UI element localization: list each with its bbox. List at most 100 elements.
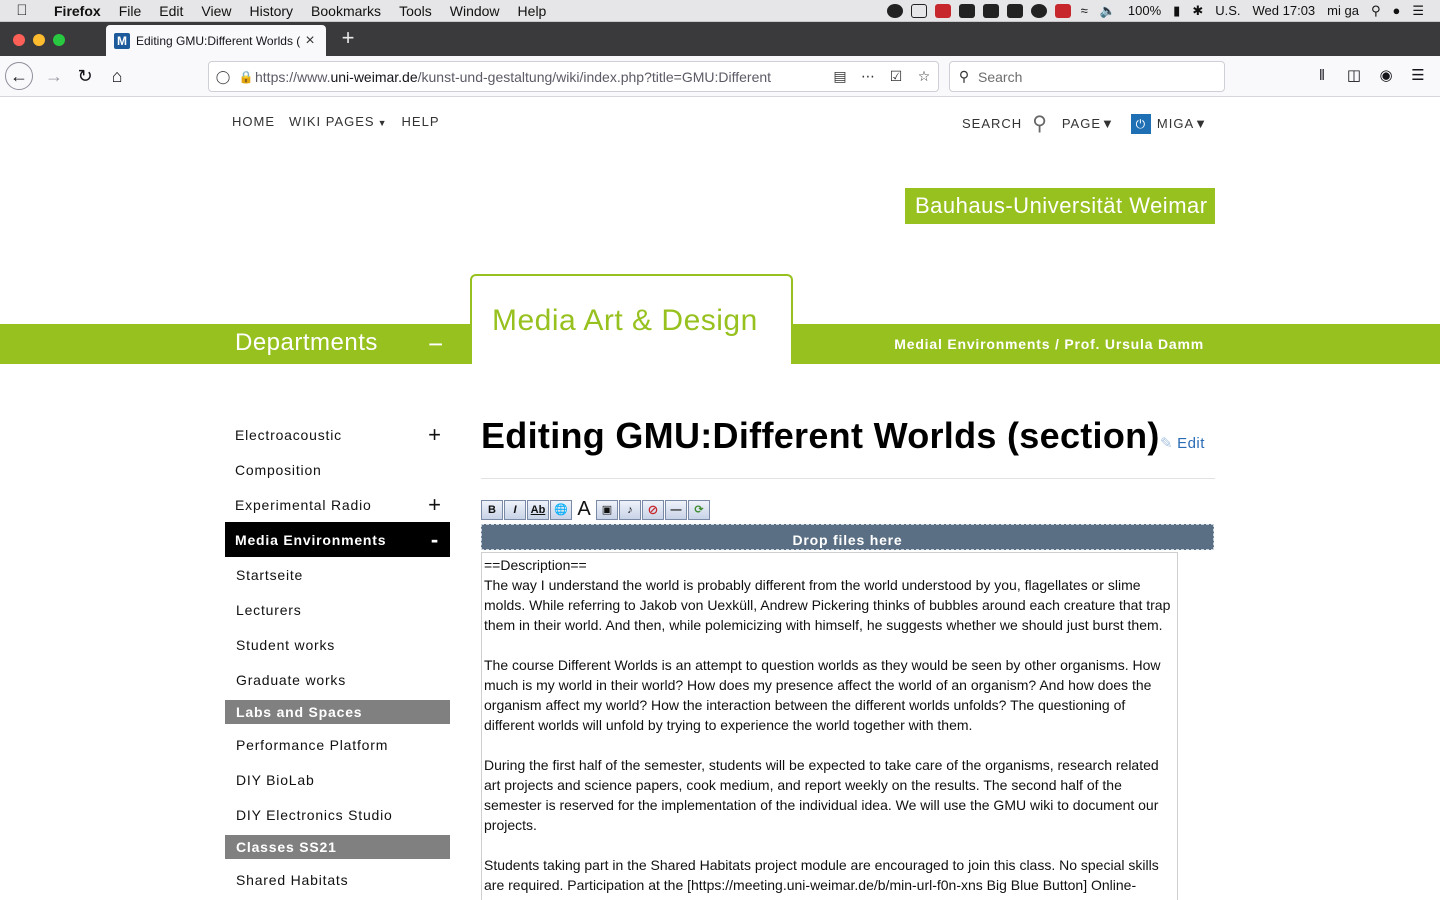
sidebar-item-media-environments[interactable]: Media Environments - xyxy=(225,522,450,557)
reload-button[interactable]: ↻ xyxy=(71,62,99,90)
search-bar[interactable]: ⚲ Search xyxy=(949,61,1225,92)
menu-window[interactable]: Window xyxy=(441,0,509,22)
new-tab-button[interactable]: + xyxy=(338,27,358,49)
bluetooth-icon[interactable]: ✱ xyxy=(1186,0,1209,22)
italic-icon[interactable]: I xyxy=(504,500,526,520)
faculty-tab[interactable]: Media Art & Design xyxy=(470,274,793,364)
divider xyxy=(481,478,1215,479)
magnifier-icon[interactable]: ⚲ xyxy=(1032,111,1048,136)
search-input[interactable]: Search xyxy=(978,69,1022,85)
menu-view[interactable]: View xyxy=(192,0,240,22)
sidebar-item-electroacoustic[interactable]: Electroacoustic + xyxy=(225,417,450,452)
departments-label[interactable]: Departments xyxy=(235,329,378,357)
media-icon[interactable]: ♪ xyxy=(619,500,641,520)
menu-tools[interactable]: Tools xyxy=(390,0,441,22)
bold-icon[interactable]: B xyxy=(481,500,503,520)
apple-menu-icon[interactable]:  xyxy=(0,2,44,19)
back-button[interactable]: ← xyxy=(5,62,33,90)
sidebar-item-composition[interactable]: Composition xyxy=(225,452,450,487)
spotlight-icon[interactable]: ⚲ xyxy=(1365,0,1387,22)
tray-drive-icon[interactable] xyxy=(982,4,999,18)
window-zoom-button[interactable] xyxy=(53,34,65,46)
tab-close-icon[interactable]: × xyxy=(302,32,318,50)
wikitext-editor[interactable]: ==Description== The way I understand the… xyxy=(481,552,1178,900)
web-page: HOME WIKI PAGES ▼ HELP SEARCH ⚲ PAGE▼ ⏻ M… xyxy=(0,97,1440,900)
input-source[interactable]: U.S. xyxy=(1209,0,1246,22)
nav-page[interactable]: PAGE▼ xyxy=(1062,116,1115,131)
signature-icon[interactable]: ⟳ xyxy=(688,500,710,520)
sidebar-item-lecturers[interactable]: Lecturers xyxy=(225,592,450,627)
tracking-shield-icon[interactable]: ◯ xyxy=(209,69,237,85)
headline-icon[interactable]: A xyxy=(573,499,595,520)
tray-alert-icon[interactable] xyxy=(1054,4,1071,18)
sidebar-item-graduate-works[interactable]: Graduate works xyxy=(225,662,450,697)
menu-bookmarks[interactable]: Bookmarks xyxy=(302,0,390,22)
window-minimize-button[interactable] xyxy=(33,34,45,46)
lock-icon[interactable]: 🔒 xyxy=(237,70,255,84)
sidebar-icon[interactable]: ◫ xyxy=(1340,62,1368,90)
siri-icon[interactable]: ● xyxy=(1386,0,1406,22)
sidebar-item-diy-biolab[interactable]: DIY BioLab xyxy=(225,762,450,797)
expand-icon[interactable]: + xyxy=(426,422,444,448)
menu-edit[interactable]: Edit xyxy=(150,0,192,22)
nowiki-icon[interactable]: ⊘ xyxy=(642,500,664,520)
notification-center-icon[interactable]: ☰ xyxy=(1406,0,1430,22)
tray-dropbox-icon[interactable] xyxy=(934,4,951,18)
external-link-icon[interactable]: 🌐 xyxy=(550,500,572,520)
account-icon[interactable]: ◉ xyxy=(1372,62,1400,90)
menu-history[interactable]: History xyxy=(240,0,302,22)
sidebar-item-experimental-radio[interactable]: Experimental Radio + xyxy=(225,487,450,522)
tray-cloud-icon[interactable] xyxy=(1030,4,1047,18)
sidebar-item-performance-platform[interactable]: Performance Platform xyxy=(225,727,450,762)
nav-user[interactable]: MIGA▼ xyxy=(1157,116,1208,131)
page-actions-icon[interactable]: ⋯ xyxy=(854,68,882,85)
sidebar-item-diy-electronics-studio[interactable]: DIY Electronics Studio xyxy=(225,797,450,832)
pencil-icon: ✎ xyxy=(1160,435,1174,452)
departments-collapse-button[interactable]: − xyxy=(428,329,443,360)
clock[interactable]: Wed 17:03 xyxy=(1247,0,1322,22)
file-dropzone[interactable]: Drop files here xyxy=(481,524,1214,550)
collapse-icon[interactable]: - xyxy=(426,527,444,553)
nav-home[interactable]: HOME xyxy=(232,114,275,129)
page-title: Editing GMU:Different Worlds (section) xyxy=(481,415,1160,456)
expand-icon[interactable]: + xyxy=(426,492,444,518)
tray-cursor-icon[interactable] xyxy=(910,4,927,18)
chair-link[interactable]: Medial Environments / Prof. Ursula Damm xyxy=(894,336,1204,352)
horizontal-rule-icon[interactable]: — xyxy=(665,500,687,520)
tab-strip: M Editing GMU:Different Worlds ( × + xyxy=(0,22,1440,56)
menu-file[interactable]: File xyxy=(110,0,151,22)
url-text[interactable]: https://www.uni-weimar.de/kunst-und-gest… xyxy=(255,69,826,85)
menu-app-firefox[interactable]: Firefox xyxy=(44,0,110,22)
nav-wiki-pages[interactable]: WIKI PAGES ▼ xyxy=(289,114,388,129)
internal-link-icon[interactable]: Ab xyxy=(527,500,549,520)
image-icon[interactable]: ▣ xyxy=(596,500,618,520)
bookmark-star-icon[interactable]: ☆ xyxy=(910,68,938,85)
battery-percent[interactable]: 100% xyxy=(1122,0,1167,22)
sidebar-item-shared-habitats[interactable]: Shared Habitats xyxy=(225,862,450,897)
sidebar-item-student-works[interactable]: Student works xyxy=(225,627,450,662)
university-logo[interactable]: Bauhaus-Universität Weimar xyxy=(905,188,1215,224)
nav-help[interactable]: HELP xyxy=(402,114,440,129)
pocket-icon[interactable]: ☑ xyxy=(882,68,910,85)
hamburger-menu-icon[interactable]: ☰ xyxy=(1404,62,1432,90)
tray-screen-icon[interactable] xyxy=(1006,4,1023,18)
power-icon[interactable]: ⏻ xyxy=(1130,113,1151,134)
nav-search[interactable]: SEARCH xyxy=(962,116,1022,131)
reader-view-icon[interactable]: ▤ xyxy=(826,68,854,85)
url-bar[interactable]: ◯ 🔒 https://www.uni-weimar.de/kunst-und-… xyxy=(208,61,939,92)
sidebar-item-startseite[interactable]: Startseite xyxy=(225,557,450,592)
battery-icon[interactable]: ▮ xyxy=(1167,0,1186,22)
forward-button[interactable]: → xyxy=(40,62,68,90)
library-icon[interactable]: ‖ xyxy=(1308,62,1336,90)
tab-editing-gmu[interactable]: M Editing GMU:Different Worlds ( × xyxy=(106,25,326,56)
tray-app-icon[interactable] xyxy=(886,4,903,18)
window-close-button[interactable] xyxy=(13,34,25,46)
user-name[interactable]: mi ga xyxy=(1321,0,1365,22)
home-button[interactable]: ⌂ xyxy=(103,62,131,90)
volume-icon[interactable]: 🔈 xyxy=(1094,0,1122,22)
menu-help[interactable]: Help xyxy=(509,0,556,22)
edit-label: Edit xyxy=(1177,435,1205,452)
wifi-icon[interactable]: ≈ xyxy=(1075,0,1094,22)
tray-vpn-icon[interactable] xyxy=(958,4,975,18)
edit-link[interactable]: ✎ Edit xyxy=(1160,434,1205,452)
